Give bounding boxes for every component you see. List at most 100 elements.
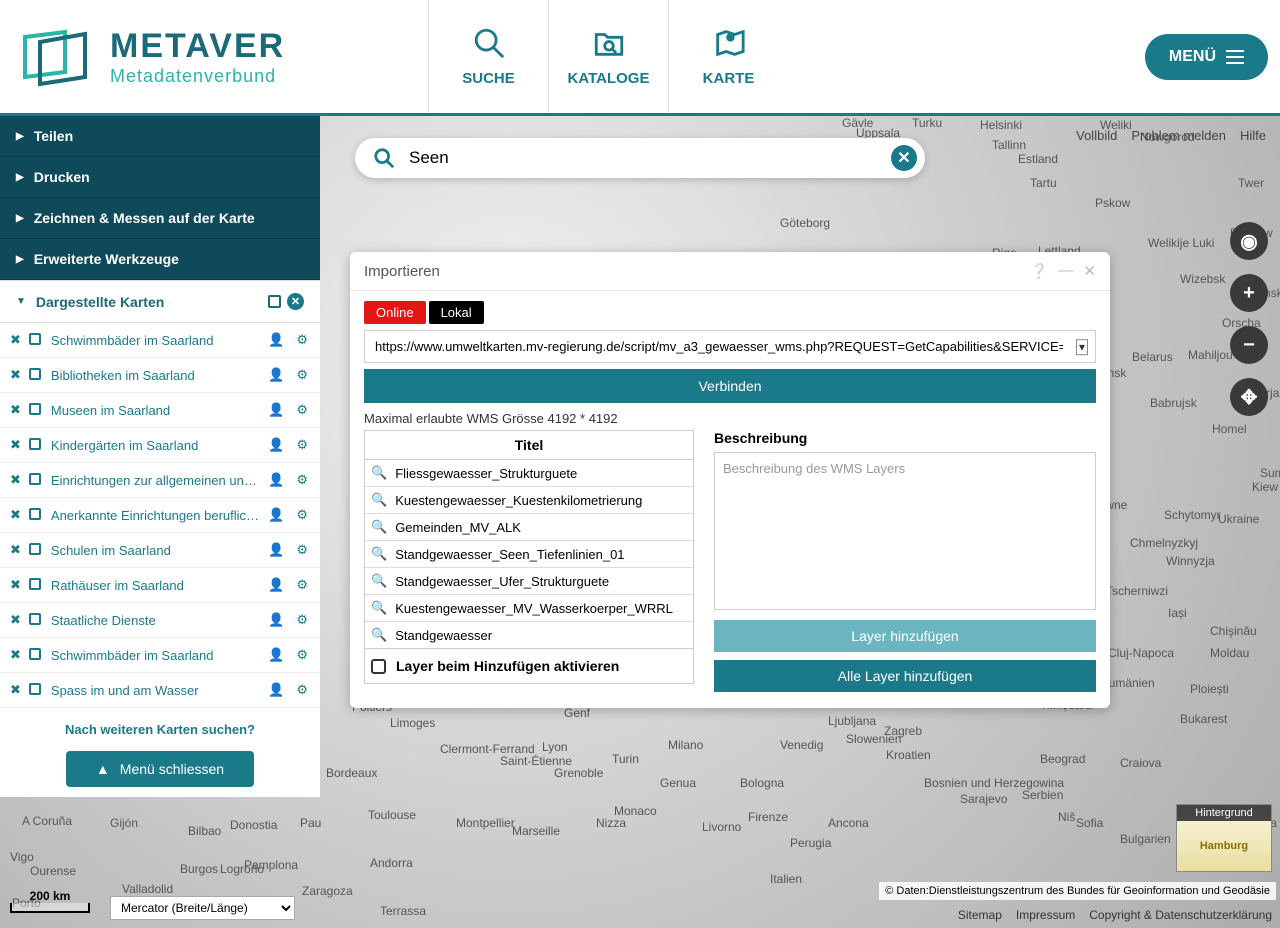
- zoom-icon[interactable]: 🔍: [371, 492, 387, 508]
- toggle-layer-icon[interactable]: [29, 403, 41, 418]
- remove-layer-icon[interactable]: ✖: [10, 402, 21, 418]
- titel-row[interactable]: 🔍Fliessgewaesser_Strukturguete: [365, 460, 693, 487]
- gear-icon[interactable]: ⚙: [296, 682, 308, 698]
- section-erweitert[interactable]: ▶Erweiterte Werkzeuge: [0, 239, 320, 280]
- nav-suche[interactable]: SUCHE: [428, 0, 548, 113]
- hilfe-link[interactable]: Hilfe: [1240, 128, 1266, 143]
- vollbild-link[interactable]: Vollbild: [1076, 128, 1117, 143]
- minimize-icon[interactable]: —: [1058, 262, 1073, 280]
- gear-icon[interactable]: ⚙: [296, 437, 308, 453]
- map-search-input[interactable]: [409, 148, 891, 168]
- zoom-icon[interactable]: 🔍: [371, 627, 387, 643]
- zoom-icon[interactable]: 🔍: [371, 573, 387, 589]
- toggle-layer-icon[interactable]: [29, 438, 41, 453]
- checkbox-icon[interactable]: [371, 659, 386, 674]
- remove-layer-icon[interactable]: ✖: [10, 437, 21, 453]
- zoom-out-button[interactable]: −: [1230, 326, 1268, 364]
- zoom-icon[interactable]: 🔍: [371, 465, 387, 481]
- remove-all-icon[interactable]: ✕: [287, 293, 304, 310]
- toggle-layer-icon[interactable]: [29, 543, 41, 558]
- gear-icon[interactable]: ⚙: [296, 332, 308, 348]
- url-dropdown-icon[interactable]: ▾: [1076, 339, 1088, 355]
- close-menu-button[interactable]: ▲Menü schliessen: [66, 751, 254, 787]
- wms-url-input[interactable]: [364, 330, 1096, 363]
- close-icon[interactable]: ✕: [1083, 262, 1096, 280]
- section-teilen[interactable]: ▶Teilen: [0, 116, 320, 157]
- gear-icon[interactable]: ⚙: [296, 367, 308, 383]
- sitemap-link[interactable]: Sitemap: [958, 908, 1002, 922]
- layer-name[interactable]: Bibliotheken im Saarland: [51, 368, 262, 383]
- nav-kataloge[interactable]: KATALOGE: [548, 0, 668, 113]
- menu-button[interactable]: MENÜ: [1145, 34, 1268, 80]
- toggle-layer-icon[interactable]: [29, 683, 41, 698]
- layer-name[interactable]: Schwimmbäder im Saarland: [51, 648, 262, 663]
- impressum-link[interactable]: Impressum: [1016, 908, 1075, 922]
- add-layer-button[interactable]: Layer hinzufügen: [714, 620, 1096, 652]
- toggle-layer-icon[interactable]: [29, 613, 41, 628]
- remove-layer-icon[interactable]: ✖: [10, 507, 21, 523]
- tab-online[interactable]: Online: [364, 301, 426, 324]
- zoom-icon[interactable]: 🔍: [371, 546, 387, 562]
- section-drucken[interactable]: ▶Drucken: [0, 157, 320, 198]
- remove-layer-icon[interactable]: ✖: [10, 577, 21, 593]
- desc-textarea[interactable]: Beschreibung des WMS Layers: [714, 452, 1096, 610]
- copyright-link[interactable]: Copyright & Datenschutzerklärung: [1089, 908, 1272, 922]
- remove-layer-icon[interactable]: ✖: [10, 612, 21, 628]
- tab-lokal[interactable]: Lokal: [429, 301, 484, 324]
- gear-icon[interactable]: ⚙: [296, 402, 308, 418]
- layer-name[interactable]: Schulen im Saarland: [51, 543, 262, 558]
- titel-row[interactable]: 🔍Standgewaesser_Ufer_Strukturguete: [365, 568, 693, 595]
- basemap-switcher[interactable]: Hintergrund Hamburg: [1176, 804, 1272, 872]
- titel-row[interactable]: 🔍Standgewaesser_Seen_Tiefenlinien_01: [365, 541, 693, 568]
- toggle-layer-icon[interactable]: [29, 368, 41, 383]
- toggle-layer-icon[interactable]: [29, 508, 41, 523]
- titel-row[interactable]: 🔍Kuestengewaesser_MV_Wasserkoerper_WRRL: [365, 595, 693, 622]
- remove-layer-icon[interactable]: ✖: [10, 647, 21, 663]
- activate-checkbox-row[interactable]: Layer beim Hinzufügen aktivieren: [364, 649, 694, 684]
- clear-search-icon[interactable]: ✕: [891, 145, 917, 171]
- layer-name[interactable]: Staatliche Dienste: [51, 613, 262, 628]
- remove-layer-icon[interactable]: ✖: [10, 472, 21, 488]
- section-dargestellt[interactable]: ▼Dargestellte Karten ✕: [0, 280, 320, 323]
- remove-layer-icon[interactable]: ✖: [10, 332, 21, 348]
- remove-layer-icon[interactable]: ✖: [10, 682, 21, 698]
- gear-icon[interactable]: ⚙: [296, 507, 308, 523]
- extent-button[interactable]: ✥: [1230, 378, 1268, 416]
- layer-name[interactable]: Kindergärten im Saarland: [51, 438, 262, 453]
- nav-karte[interactable]: KARTE: [668, 0, 788, 113]
- locate-button[interactable]: ◉: [1230, 222, 1268, 260]
- layer-name[interactable]: Museen im Saarland: [51, 403, 262, 418]
- toggle-all-icon[interactable]: [268, 295, 281, 308]
- layer-name[interactable]: Spass im und am Wasser: [51, 683, 262, 698]
- section-zeichnen[interactable]: ▶Zeichnen & Messen auf der Karte: [0, 198, 320, 239]
- titel-row[interactable]: 🔍Standgewaesser: [365, 622, 693, 648]
- layer-name[interactable]: Rathäuser im Saarland: [51, 578, 262, 593]
- gear-icon[interactable]: ⚙: [296, 577, 308, 593]
- titel-row[interactable]: 🔍Gemeinden_MV_ALK: [365, 514, 693, 541]
- gear-icon[interactable]: ⚙: [296, 472, 308, 488]
- layer-name[interactable]: Anerkannte Einrichtungen berufliche...: [51, 508, 262, 523]
- toggle-layer-icon[interactable]: [29, 473, 41, 488]
- logo[interactable]: METAVER Metadatenverbund: [0, 22, 428, 92]
- verbinden-button[interactable]: Verbinden: [364, 369, 1096, 403]
- zoom-in-button[interactable]: +: [1230, 274, 1268, 312]
- titel-row[interactable]: 🔍Kuestengewaesser_Kuestenkilometrierung: [365, 487, 693, 514]
- add-all-button[interactable]: Alle Layer hinzufügen: [714, 660, 1096, 692]
- remove-layer-icon[interactable]: ✖: [10, 367, 21, 383]
- layer-name[interactable]: Schwimmbäder im Saarland: [51, 333, 262, 348]
- problem-link[interactable]: Problem melden: [1131, 128, 1226, 143]
- help-icon[interactable]: ❔: [1030, 262, 1049, 280]
- toggle-layer-icon[interactable]: [29, 648, 41, 663]
- zoom-icon[interactable]: 🔍: [371, 600, 387, 616]
- search-more-link[interactable]: Nach weiteren Karten suchen?: [0, 708, 320, 751]
- remove-layer-icon[interactable]: ✖: [10, 542, 21, 558]
- toggle-layer-icon[interactable]: [29, 333, 41, 348]
- layer-item: ✖ Einrichtungen zur allgemeinen und p...…: [0, 463, 320, 498]
- projection-select[interactable]: Mercator (Breite/Länge): [110, 896, 295, 920]
- zoom-icon[interactable]: 🔍: [371, 519, 387, 535]
- layer-name[interactable]: Einrichtungen zur allgemeinen und p...: [51, 473, 262, 488]
- gear-icon[interactable]: ⚙: [296, 647, 308, 663]
- gear-icon[interactable]: ⚙: [296, 612, 308, 628]
- gear-icon[interactable]: ⚙: [296, 542, 308, 558]
- toggle-layer-icon[interactable]: [29, 578, 41, 593]
